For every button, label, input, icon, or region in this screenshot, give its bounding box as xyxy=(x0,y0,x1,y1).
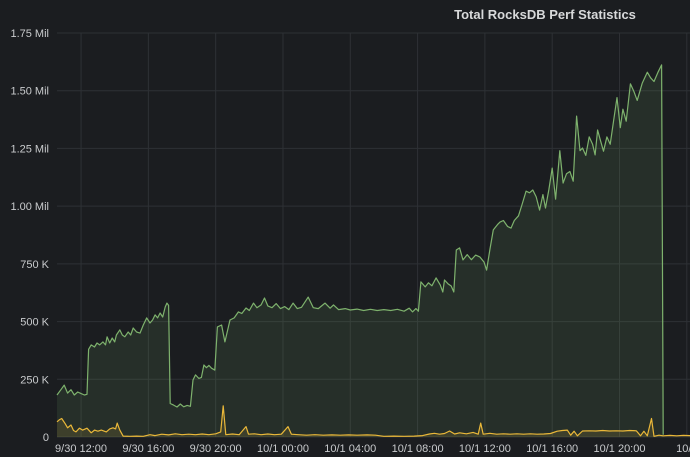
x-tick-label: 10/1 12:00 xyxy=(459,443,511,455)
y-tick-label: 250 K xyxy=(20,374,49,386)
perf-statistics-chart: 1.75 Mil 1.50 Mil 1.25 Mil 1.00 Mil 750 K 500… xyxy=(0,0,690,457)
y-tick-label: 1.75 Mil xyxy=(10,28,49,40)
x-tick-label: 10/1 00:00 xyxy=(257,443,309,455)
y-tick-label: 500 K xyxy=(20,317,49,329)
y-tick-label: 750 K xyxy=(20,259,49,271)
grafana-panel: 1.75 Mil 1.50 Mil 1.25 Mil 1.00 Mil 750 K 500… xyxy=(0,0,690,457)
y-tick-label: 1.25 Mil xyxy=(10,143,49,155)
x-tick-label: 9/30 20:00 xyxy=(190,443,242,455)
y-tick-label: 1.50 Mil xyxy=(10,86,49,98)
x-tick-label: 10/1 20:00 xyxy=(593,443,645,455)
x-tick-label: 9/30 12:00 xyxy=(55,443,107,455)
x-tick-label: 10/2 xyxy=(676,443,690,455)
x-tick-label: 10/1 04:00 xyxy=(324,443,376,455)
panel-title[interactable]: Total RocksDB Perf Statistics xyxy=(443,7,647,22)
y-tick-label: 0 xyxy=(43,432,49,444)
x-tick-label: 9/30 16:00 xyxy=(122,443,174,455)
x-tick-label: 10/1 08:00 xyxy=(392,443,444,455)
y-tick-label: 1.00 Mil xyxy=(10,201,49,213)
x-tick-label: 10/1 16:00 xyxy=(526,443,578,455)
